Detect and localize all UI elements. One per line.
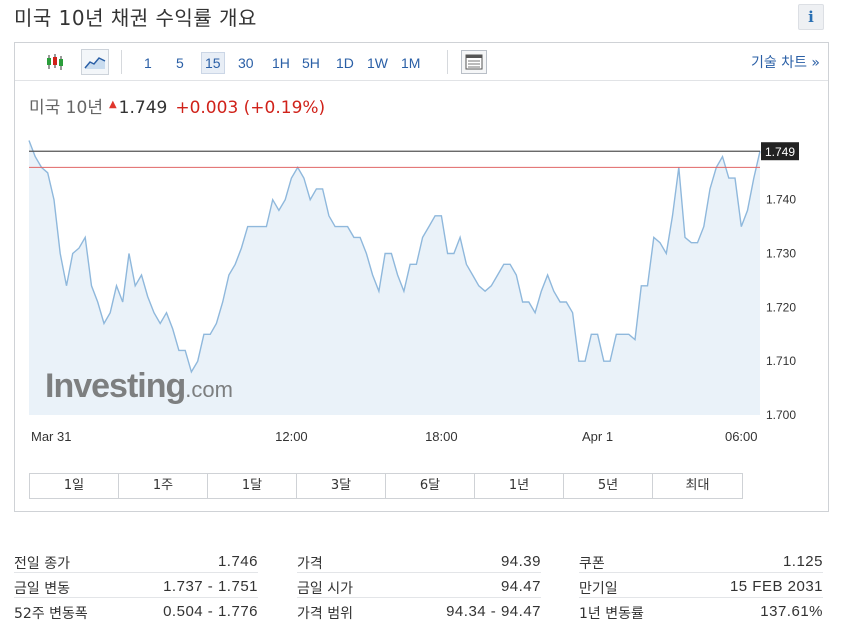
y-tick-label: 1.700 [766,408,796,422]
candlestick-icon[interactable] [43,51,67,73]
stat-value: 94.34 - 94.47 [446,603,541,620]
stat-row: 쿠폰 1.125 [579,548,823,573]
y-tick-label: 1.710 [766,354,796,368]
toolbar-divider [447,50,448,74]
stat-row: 금일 변동 1.737 - 1.751 [14,573,258,598]
area-chart-icon[interactable] [81,49,109,75]
stat-label: 1년 변동률 [579,606,644,622]
interval-1M[interactable]: 1M [398,52,423,74]
stat-value: 94.39 [500,553,541,570]
x-tick-label: Mar 31 [31,429,71,444]
stat-value: 1.125 [782,553,823,570]
interval-1W[interactable]: 1W [364,52,391,74]
technical-chart-link[interactable]: 기술 차트 » [751,52,820,72]
stat-row: 가격 94.39 [297,548,541,573]
range-button[interactable]: 1년 [475,474,564,498]
range-button[interactable]: 1일 [30,474,119,498]
info-button[interactable]: i [798,4,824,30]
range-button[interactable]: 3달 [297,474,386,498]
range-button[interactable]: 5년 [564,474,653,498]
info-icon: i [808,8,814,26]
stats-column: 전일 종가 1.746 금일 변동 1.737 - 1.751 52주 변동폭 0.504… [14,548,258,623]
y-tick-label: 1.730 [766,247,796,261]
stat-value: 15 FEB 2031 [729,578,823,595]
range-button[interactable]: 6달 [386,474,475,498]
stat-label: 가격 [297,556,323,572]
instrument-name: 미국 10년 [29,98,103,118]
x-tick-label: Apr 1 [582,429,613,444]
range-button[interactable]: 최대 [653,474,742,498]
y-tick-label: 1.720 [766,300,796,314]
interval-1[interactable]: 1 [141,52,155,74]
stats-column: 쿠폰 1.125 만기일 15 FEB 2031 1년 변동률 137.61% [579,548,823,623]
stat-label: 쿠폰 [579,556,605,572]
stat-label: 금일 시가 [297,581,353,597]
range-button[interactable]: 1주 [119,474,208,498]
stat-label: 가격 범위 [297,606,353,622]
interval-1H[interactable]: 1H [269,52,293,74]
stat-value: 137.61% [760,603,823,620]
stat-value: 1.737 - 1.751 [163,578,258,595]
price-chart[interactable]: Investing.com1.7491.7401.7301.7201.7101.… [15,119,828,453]
quote-line: 미국 10년 ▲ 1.749 +0.003 (+0.19%) [29,93,325,118]
chart-panel: 1 5 15 30 1H 5H 1D 1W 1M 기술 차트 » 미국 10년 ▲ 1.749 +0.… [14,42,829,512]
stat-label: 전일 종가 [14,556,70,572]
interval-1D[interactable]: 1D [333,52,357,74]
stat-label: 만기일 [579,581,618,597]
up-arrow-icon: ▲ [108,99,117,110]
stat-row: 금일 시가 94.47 [297,573,541,598]
stat-value: 1.746 [217,553,258,570]
stat-row: 가격 범위 94.34 - 94.47 [297,598,541,623]
stat-label: 52주 변동폭 [14,606,88,622]
price-change: +0.003 (+0.19%) [175,98,326,118]
current-price-label: 1.749 [765,145,795,159]
stat-row: 만기일 15 FEB 2031 [579,573,823,598]
stat-label: 금일 변동 [14,581,70,597]
stat-value: 0.504 - 1.776 [163,603,258,620]
stat-row: 52주 변동폭 0.504 - 1.776 [14,598,258,623]
interval-5H[interactable]: 5H [299,52,323,74]
range-button[interactable]: 1달 [208,474,297,498]
chart-toolbar: 1 5 15 30 1H 5H 1D 1W 1M 기술 차트 » [15,43,828,81]
table-icon[interactable] [461,50,487,74]
stat-row: 1년 변동률 137.61% [579,598,823,623]
x-tick-label: 12:00 [275,429,308,444]
x-tick-label: 18:00 [425,429,458,444]
toolbar-divider [121,50,122,74]
x-tick-label: 06:00 [725,429,758,444]
last-price: 1.749 [118,98,168,118]
time-range-selector: 1일 1주 1달 3달 6달 1년 5년 최대 [29,473,743,499]
stat-row: 전일 종가 1.746 [14,548,258,573]
interval-5[interactable]: 5 [173,52,187,74]
stat-value: 94.47 [500,578,541,595]
page-title: 미국 10년 채권 수익률 개요 [14,6,257,30]
y-tick-label: 1.740 [766,193,796,207]
stats-column: 가격 94.39 금일 시가 94.47 가격 범위 94.34 - 94.47 [297,548,541,623]
interval-30[interactable]: 30 [235,52,257,74]
interval-15[interactable]: 15 [201,52,225,74]
